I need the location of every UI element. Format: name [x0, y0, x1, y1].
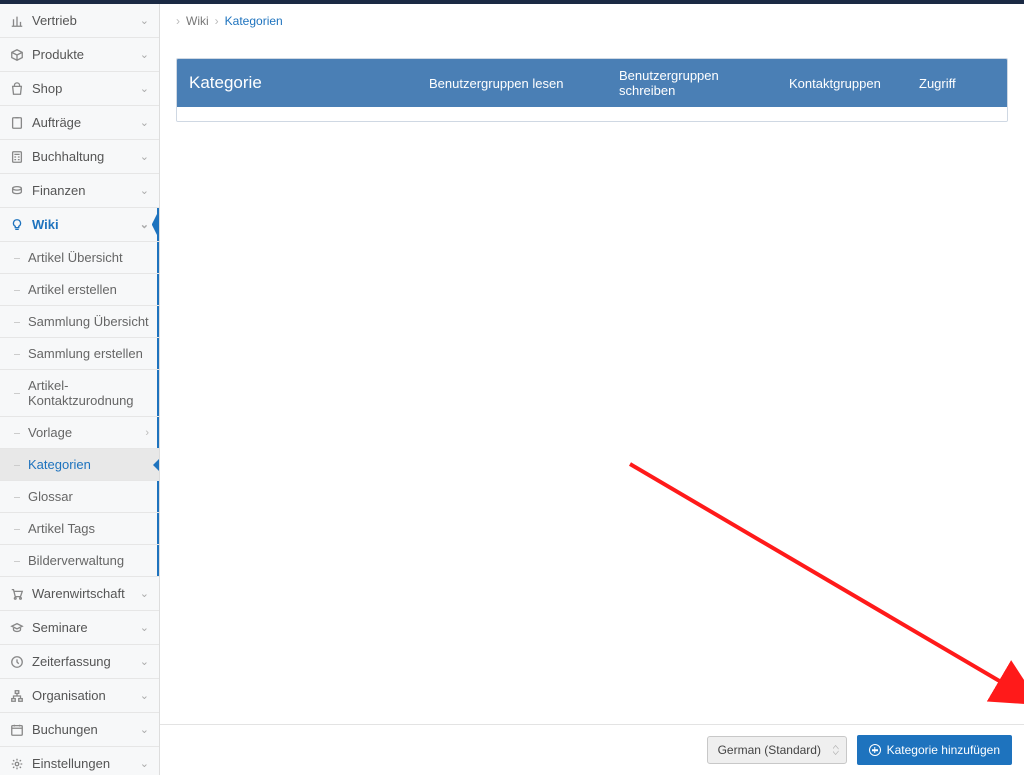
sitemap-icon [10, 689, 24, 703]
nav-label: Wiki [32, 217, 59, 232]
chevron-down-icon: ⌄ [140, 757, 149, 770]
th-kategorie: Kategorie [177, 64, 417, 102]
chevron-down-icon: ⌄ [140, 82, 149, 95]
nav-organisation[interactable]: Organisation ⌄ [0, 679, 159, 713]
chevron-right-icon: › [215, 14, 219, 28]
sub-label: Artikel erstellen [28, 282, 117, 297]
nav-finanzen[interactable]: Finanzen ⌄ [0, 174, 159, 208]
table-body-empty [177, 107, 1007, 121]
nav-label: Buchhaltung [32, 149, 104, 164]
nav-label: Buchungen [32, 722, 98, 737]
sub-label: Kategorien [28, 457, 91, 472]
sub-glossar[interactable]: Glossar [0, 481, 159, 513]
main-area: › Wiki › Kategorien Kategorie Benutzergr… [160, 4, 1024, 775]
chevron-down-icon: ⌄ [140, 116, 149, 129]
annotation-arrow-icon [620, 454, 1024, 714]
gear-icon [10, 757, 24, 771]
nav-seminare[interactable]: Seminare ⌄ [0, 611, 159, 645]
chevron-down-icon: ⌄ [140, 184, 149, 197]
clock-icon [10, 655, 24, 669]
sub-label: Sammlung Übersicht [28, 314, 149, 329]
footer-bar: German (Standard) Kategorie hinzufügen [160, 724, 1024, 775]
sub-label: Artikel-Kontaktzurodnung [28, 378, 149, 408]
nav-label: Produkte [32, 47, 84, 62]
chevron-down-icon: ⌄ [140, 150, 149, 163]
chevron-down-icon: ⌄ [140, 689, 149, 702]
nav-label: Einstellungen [32, 756, 110, 771]
sub-sammlung-erstellen[interactable]: Sammlung erstellen [0, 338, 159, 370]
plus-circle-icon [869, 744, 881, 756]
breadcrumb: › Wiki › Kategorien [160, 4, 1024, 34]
sidebar: Vertrieb ⌄ Produkte ⌄ Shop ⌄ Aufträge ⌄ [0, 4, 160, 775]
th-benutzergruppen-schreiben: Benutzergruppen schreiben [607, 59, 777, 107]
app-shell: Vertrieb ⌄ Produkte ⌄ Shop ⌄ Aufträge ⌄ [0, 4, 1024, 775]
nav-einstellungen[interactable]: Einstellungen ⌄ [0, 747, 159, 775]
graduation-cap-icon [10, 621, 24, 635]
table-header-row: Kategorie Benutzergruppen lesen Benutzer… [177, 59, 1007, 107]
sub-label: Artikel Übersicht [28, 250, 123, 265]
th-zugriff: Zugriff [907, 67, 1007, 100]
nav-label: Seminare [32, 620, 88, 635]
bar-chart-icon [10, 14, 24, 28]
chevron-right-icon: › [176, 14, 180, 28]
nav-shop[interactable]: Shop ⌄ [0, 72, 159, 106]
chevron-down-icon: ⌄ [140, 655, 149, 668]
calculator-icon [10, 150, 24, 164]
sub-bilderverwaltung[interactable]: Bilderverwaltung [0, 545, 159, 577]
sub-vorlage[interactable]: Vorlage › [0, 417, 159, 449]
sub-label: Artikel Tags [28, 521, 95, 536]
sub-artikel-kontaktzuordnung[interactable]: Artikel-Kontaktzurodnung [0, 370, 159, 417]
nav-buchhaltung[interactable]: Buchhaltung ⌄ [0, 140, 159, 174]
language-select-wrap: German (Standard) [707, 736, 847, 764]
content: Kategorie Benutzergruppen lesen Benutzer… [160, 34, 1024, 724]
th-kontaktgruppen: Kontaktgruppen [777, 67, 907, 100]
add-category-button[interactable]: Kategorie hinzufügen [857, 735, 1012, 765]
breadcrumb-wiki[interactable]: Wiki [186, 14, 209, 28]
lightbulb-icon [10, 218, 24, 232]
sub-artikel-erstellen[interactable]: Artikel erstellen [0, 274, 159, 306]
sub-label: Vorlage [28, 425, 72, 440]
nav-wiki[interactable]: Wiki ⌄ [0, 208, 159, 242]
language-select[interactable]: German (Standard) [707, 736, 847, 764]
sub-sammlung-uebersicht[interactable]: Sammlung Übersicht [0, 306, 159, 338]
chevron-down-icon: ⌄ [140, 218, 149, 231]
clipboard-icon [10, 116, 24, 130]
cart-icon [10, 587, 24, 601]
breadcrumb-kategorien[interactable]: Kategorien [225, 14, 283, 28]
add-button-label: Kategorie hinzufügen [887, 743, 1000, 757]
box-icon [10, 48, 24, 62]
nav-label: Vertrieb [32, 13, 77, 28]
th-benutzergruppen-lesen: Benutzergruppen lesen [417, 67, 607, 100]
chevron-right-icon: › [145, 427, 149, 439]
nav-label: Organisation [32, 688, 106, 703]
nav-auftraege[interactable]: Aufträge ⌄ [0, 106, 159, 140]
sub-label: Sammlung erstellen [28, 346, 143, 361]
chevron-down-icon: ⌄ [140, 48, 149, 61]
nav-buchungen[interactable]: Buchungen ⌄ [0, 713, 159, 747]
calendar-icon [10, 723, 24, 737]
categories-table: Kategorie Benutzergruppen lesen Benutzer… [176, 58, 1008, 122]
chevron-down-icon: ⌄ [140, 587, 149, 600]
wiki-group: Wiki ⌄ Artikel Übersicht Artikel erstell… [0, 208, 159, 577]
chevron-down-icon: ⌄ [140, 14, 149, 27]
nav-zeiterfassung[interactable]: Zeiterfassung ⌄ [0, 645, 159, 679]
nav-vertrieb[interactable]: Vertrieb ⌄ [0, 4, 159, 38]
nav-label: Zeiterfassung [32, 654, 111, 669]
nav-label: Aufträge [32, 115, 81, 130]
chevron-down-icon: ⌄ [140, 621, 149, 634]
sub-artikel-uebersicht[interactable]: Artikel Übersicht [0, 242, 159, 274]
sub-label: Glossar [28, 489, 73, 504]
chevron-down-icon: ⌄ [140, 723, 149, 736]
coins-icon [10, 184, 24, 198]
sub-artikel-tags[interactable]: Artikel Tags [0, 513, 159, 545]
nav-label: Shop [32, 81, 62, 96]
nav-label: Finanzen [32, 183, 85, 198]
shopping-bag-icon [10, 82, 24, 96]
sub-label: Bilderverwaltung [28, 553, 124, 568]
nav-produkte[interactable]: Produkte ⌄ [0, 38, 159, 72]
nav-label: Warenwirtschaft [32, 586, 125, 601]
nav-warenwirtschaft[interactable]: Warenwirtschaft ⌄ [0, 577, 159, 611]
sub-kategorien[interactable]: Kategorien [0, 449, 159, 481]
